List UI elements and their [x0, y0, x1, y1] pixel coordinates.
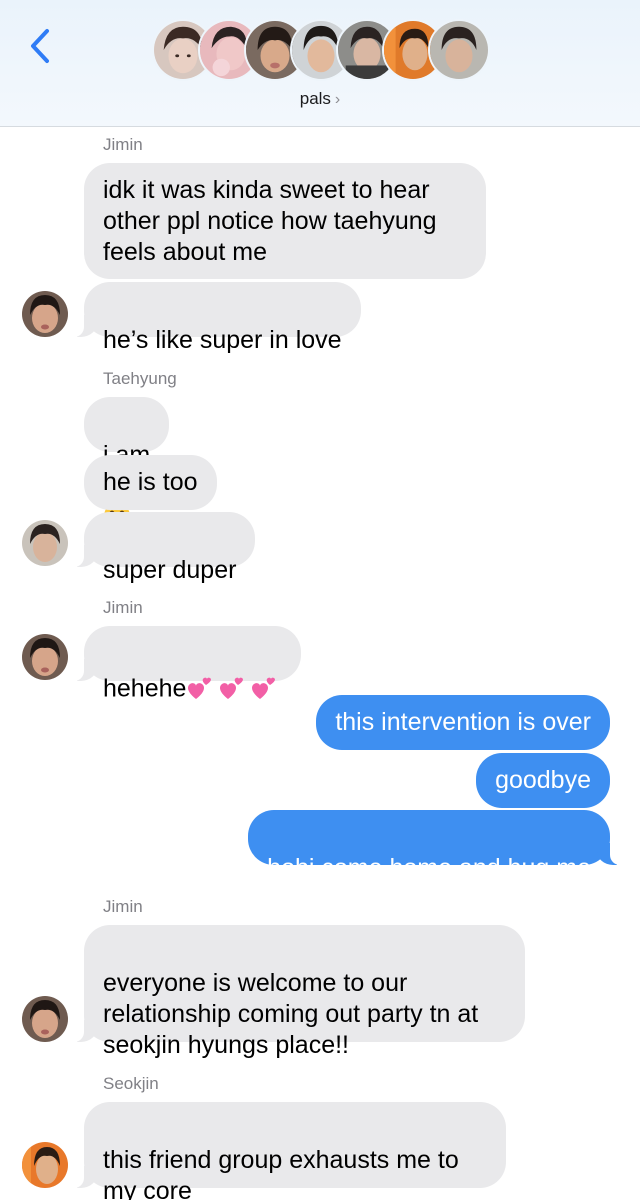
message-text: hobi come home and hug me — [267, 854, 591, 882]
group-name-label: pals — [299, 89, 331, 108]
group-name-button[interactable]: pals › — [0, 89, 640, 109]
message-bubble-incoming[interactable]: i am — [84, 397, 170, 529]
jimin-avatar[interactable] — [22, 996, 68, 1042]
member-avatar — [428, 19, 490, 81]
message-text: hehehe — [103, 674, 187, 703]
two-hearts-emoji — [186, 669, 282, 711]
sender-name: Jimin — [103, 135, 143, 154]
chevron-left-icon — [31, 29, 49, 63]
back-button[interactable] — [20, 24, 60, 68]
message-text: he’s like super in love — [103, 326, 342, 354]
chevron-right-icon: › — [334, 91, 341, 108]
message-bubble-incoming[interactable]: hehehe — [73, 626, 302, 703]
group-avatars[interactable] — [152, 19, 492, 81]
seokjin-avatar[interactable] — [22, 1142, 68, 1188]
sender-name: Jimin — [103, 598, 143, 617]
message-bubble-outgoing[interactable]: goodbye — [476, 753, 610, 808]
message-text: this friend group exhausts me to my core — [103, 1146, 459, 1200]
message-bubble-incoming[interactable]: he’s like super in love — [74, 282, 361, 354]
message-text: everyone is welcome to our relationship … — [103, 969, 479, 1059]
message-bubble-incoming[interactable]: everyone is welcome to our relationship … — [74, 925, 525, 1059]
sender-name: Seokjin — [103, 1074, 159, 1093]
message-bubble-incoming[interactable]: this friend group exhausts me to my core — [74, 1102, 506, 1200]
message-bubble-outgoing[interactable]: this intervention is over — [316, 695, 610, 750]
jimin-avatar[interactable] — [22, 291, 68, 337]
taehyung-avatar[interactable] — [22, 520, 68, 566]
sender-name: Taehyung — [103, 369, 177, 388]
message-bubble-incoming[interactable]: he is too — [84, 455, 217, 510]
jimin-avatar[interactable] — [22, 634, 68, 680]
message-text: super duper — [103, 556, 237, 584]
sender-name: Jimin — [103, 897, 143, 916]
message-bubble-incoming[interactable]: idk it was kinda sweet to hear other ppl… — [84, 163, 486, 279]
conversation-header: pals › — [0, 0, 640, 127]
message-bubble-outgoing[interactable]: hobi come home and hug me — [248, 810, 620, 882]
message-bubble-incoming[interactable]: super duper — [73, 512, 256, 584]
